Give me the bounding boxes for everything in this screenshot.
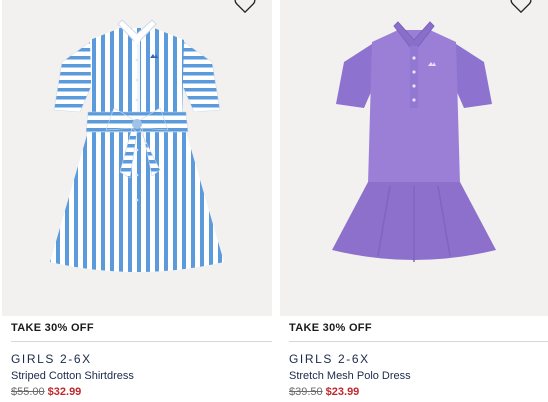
product-name-link[interactable]: Striped Cotton Shirtdress bbox=[11, 370, 134, 382]
product-card[interactable]: TAKE 30% OFF GIRLS 2-6X Stretch Mesh Pol… bbox=[280, 0, 548, 402]
heart-outline-icon[interactable] bbox=[510, 0, 532, 14]
divider bbox=[289, 341, 548, 342]
product-category: GIRLS 2-6X bbox=[11, 352, 92, 366]
original-price: $39.50 bbox=[289, 386, 323, 398]
divider bbox=[11, 341, 272, 342]
product-card[interactable]: TAKE 30% OFF GIRLS 2-6X Striped Cotton S… bbox=[2, 0, 272, 402]
product-image[interactable] bbox=[280, 0, 548, 316]
original-price: $55.00 bbox=[11, 386, 45, 398]
price-block: $55.00 $32.99 bbox=[11, 386, 81, 398]
product-grid: TAKE 30% OFF GIRLS 2-6X Striped Cotton S… bbox=[0, 0, 548, 402]
heart-outline-icon[interactable] bbox=[234, 0, 256, 14]
sale-price: $23.99 bbox=[325, 386, 360, 398]
promo-label: TAKE 30% OFF bbox=[289, 322, 372, 334]
promo-label: TAKE 30% OFF bbox=[11, 322, 94, 334]
product-image[interactable] bbox=[2, 0, 272, 316]
product-name-link[interactable]: Stretch Mesh Polo Dress bbox=[289, 370, 411, 382]
price-block: $39.50 $23.99 bbox=[289, 386, 359, 398]
product-category: GIRLS 2-6X bbox=[289, 352, 370, 366]
sale-price: $32.99 bbox=[47, 386, 82, 398]
polo-dress-image bbox=[332, 21, 496, 262]
striped-shirtdress-image bbox=[50, 19, 224, 272]
